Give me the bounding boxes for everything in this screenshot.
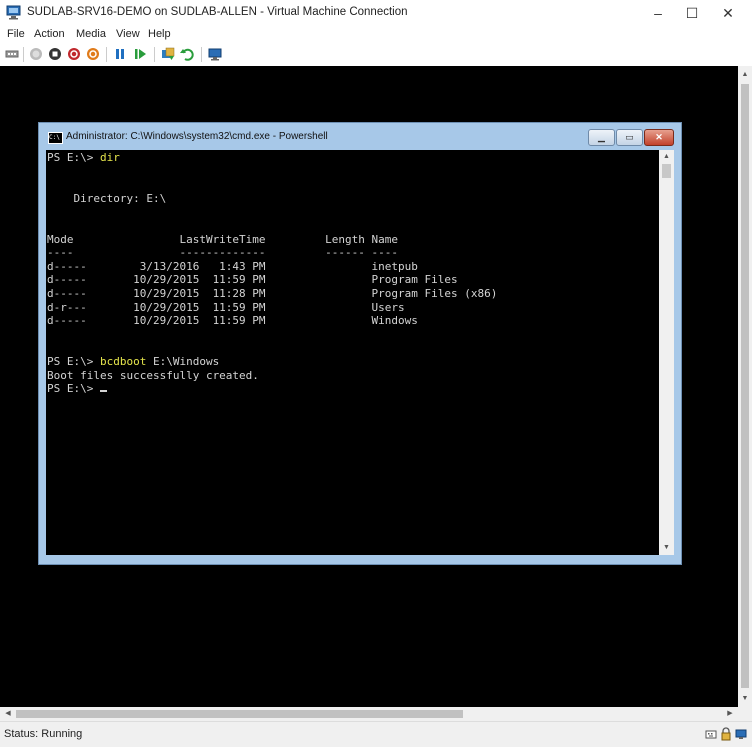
- console-text: d----- 10/29/2015 11:59 PM Windows: [47, 314, 418, 328]
- revert-icon[interactable]: [180, 47, 194, 61]
- minimize-button[interactable]: –: [641, 0, 675, 26]
- scroll-down-arrow-icon[interactable]: ▼: [738, 692, 752, 706]
- console-scroll-down-icon[interactable]: ▼: [659, 541, 674, 555]
- console-text: E:\Windows: [146, 355, 220, 368]
- close-button[interactable]: ✕: [711, 0, 745, 26]
- window-title-bar: SUDLAB-SRV16-DEMO on SUDLAB-ALLEN - Virt…: [0, 0, 752, 26]
- status-bar: Status: Running: [0, 721, 752, 747]
- menu-file[interactable]: File: [7, 28, 25, 40]
- cmd-window[interactable]: C:\ Administrator: C:\Windows\system32\c…: [38, 122, 682, 565]
- console-line: PS E:\> bcdboot E:\Windows: [47, 355, 219, 369]
- console-line: PS E:\> dir: [47, 151, 120, 165]
- console-text: d----- 10/29/2015 11:28 PM Program Files…: [47, 287, 498, 300]
- console-text: d-r--- 10/29/2015 11:59 PM Users: [47, 300, 405, 314]
- console-text: d----- 10/29/2015 11:59 PM Program Files: [47, 273, 458, 287]
- toolbar-separator: [106, 47, 107, 62]
- console-scrollbar[interactable]: ▲ ▼: [659, 150, 674, 555]
- horizontal-scroll-thumb[interactable]: [16, 710, 463, 718]
- console-text: d----- 3/13/2016 1:43 PM inetpub: [47, 259, 418, 273]
- console-command: dir: [99, 151, 120, 164]
- pause-icon[interactable]: [113, 47, 127, 61]
- console-line: d-r--- 10/29/2015 11:59 PM Users: [47, 301, 405, 315]
- console-cursor: [99, 390, 107, 393]
- cmd-maximize-button[interactable]: ▭: [616, 129, 643, 146]
- cmd-console-icon: C:\: [48, 132, 63, 144]
- cmd-title-bar[interactable]: C:\ Administrator: C:\Windows\system32\c…: [39, 123, 681, 149]
- console-line: d----- 10/29/2015 11:28 PM Program Files…: [47, 287, 497, 301]
- console-prompt: PS E:\>: [47, 151, 100, 164]
- scroll-left-arrow-icon[interactable]: ◀: [1, 707, 15, 721]
- keyboard-icon: [705, 730, 717, 739]
- console-line: Directory: E:\: [47, 192, 166, 206]
- cmd-close-button[interactable]: ✕: [644, 129, 674, 146]
- save-icon[interactable]: [86, 47, 100, 61]
- start-icon[interactable]: [29, 47, 43, 61]
- console-line: d----- 10/29/2015 11:59 PM Windows: [47, 314, 418, 328]
- toolbar: [0, 43, 752, 65]
- console-scroll-up-icon[interactable]: ▲: [659, 150, 674, 164]
- menu-bar: File Action Media View Help: [0, 26, 752, 43]
- window-title: SUDLAB-SRV16-DEMO on SUDLAB-ALLEN - Virt…: [27, 6, 408, 18]
- status-text: Status: Running: [4, 728, 83, 740]
- menu-help[interactable]: Help: [148, 28, 171, 40]
- horizontal-scrollbar[interactable]: ◀ ▶: [0, 707, 738, 721]
- console-output[interactable]: PS E:\> dir Directory: E:\ Mode LastWrite…: [46, 150, 659, 555]
- scroll-up-arrow-icon[interactable]: ▲: [738, 68, 752, 82]
- vertical-scrollbar[interactable]: ▲ ▼: [738, 66, 752, 707]
- console-line: ---- ------------- ------ ----: [47, 246, 398, 260]
- console-scroll-thumb[interactable]: [662, 164, 671, 178]
- reset-icon[interactable]: [133, 47, 147, 61]
- enhanced-session-icon[interactable]: [208, 47, 222, 61]
- console-text: ---- ------------- ------ ----: [47, 246, 398, 260]
- console-line: Boot files successfully created.: [47, 369, 259, 383]
- console-text: Mode LastWriteTime Length Name: [47, 232, 398, 246]
- maximize-button[interactable]: ☐: [675, 0, 709, 26]
- shut-down-icon[interactable]: [67, 47, 81, 61]
- console-line: d----- 10/29/2015 11:59 PM Program Files: [47, 273, 458, 287]
- scroll-right-arrow-icon[interactable]: ▶: [723, 707, 737, 721]
- menu-media[interactable]: Media: [76, 28, 106, 40]
- console-command: bcdboot: [99, 355, 147, 368]
- ctrl-alt-del-icon[interactable]: [5, 47, 19, 61]
- console-text: Boot files successfully created.: [47, 368, 259, 382]
- console-line: d----- 3/13/2016 1:43 PM inetpub: [47, 260, 418, 274]
- scrollbar-corner: [738, 707, 752, 721]
- cmd-minimize-button[interactable]: ▁: [588, 129, 615, 146]
- console-line: PS E:\>: [47, 382, 107, 396]
- monitor-icon: [735, 729, 747, 739]
- menu-action[interactable]: Action: [34, 28, 65, 40]
- console-prompt: PS E:\>: [47, 382, 100, 396]
- toolbar-separator: [201, 47, 202, 62]
- console-prompt: PS E:\>: [47, 355, 100, 368]
- console-text: Directory: E:\: [47, 191, 167, 205]
- turn-off-icon[interactable]: [48, 47, 62, 61]
- console-line: Mode LastWriteTime Length Name: [47, 233, 398, 247]
- toolbar-separator: [23, 47, 24, 62]
- cmd-window-title: Administrator: C:\Windows\system32\cmd.e…: [66, 131, 328, 142]
- vm-connection-app-icon: [6, 5, 21, 20]
- menu-view[interactable]: View: [116, 28, 140, 40]
- vertical-scroll-thumb[interactable]: [741, 84, 749, 688]
- checkpoint-icon[interactable]: [161, 47, 175, 61]
- lock-icon: [721, 727, 731, 741]
- toolbar-separator: [154, 47, 155, 62]
